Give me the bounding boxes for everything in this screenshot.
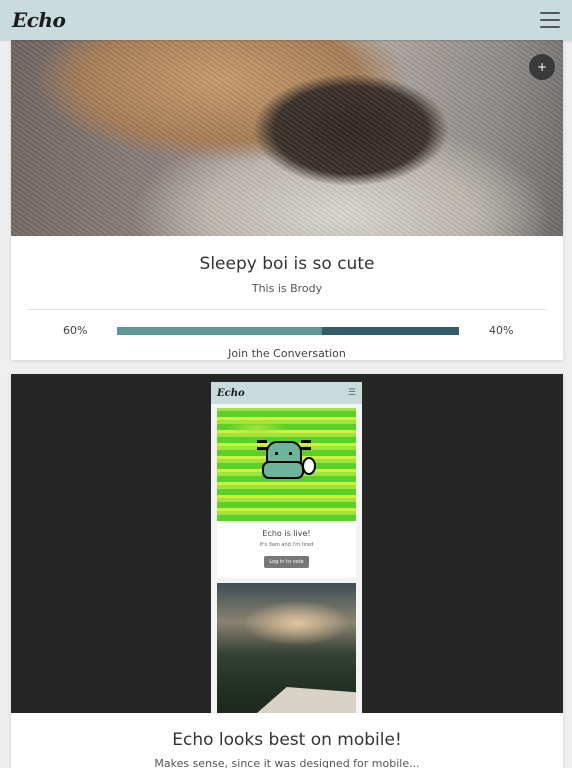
mobile-preview-image[interactable]: Echo ☰ Echo is live! It's 3am and I'm ti… — [11, 374, 563, 713]
vote-bar-left — [117, 326, 323, 335]
brand-logo[interactable]: Echo — [12, 8, 66, 32]
post-card: + Sleepy boi is so cute This is Brody 60… — [11, 40, 563, 360]
hamburger-line — [540, 19, 560, 21]
post-subtitle: This is Brody — [251, 282, 323, 295]
post-title: Echo looks best on mobile! — [172, 730, 402, 750]
add-button[interactable]: + — [529, 54, 555, 80]
pixel-axolotl-image — [217, 408, 356, 521]
join-conversation-link[interactable]: Join the Conversation — [11, 347, 563, 360]
phone-menu-icon: ☰ — [347, 388, 356, 398]
phone-post-card: Echo is live! It's 3am and I'm tired Log… — [217, 521, 356, 578]
hamburger-line — [540, 12, 560, 14]
phone-landscape-photo — [217, 583, 356, 713]
post-card: Echo ☰ Echo is live! It's 3am and I'm ti… — [11, 374, 563, 768]
post-title: Sleepy boi is so cute — [199, 254, 375, 274]
phone-navbar: Echo ☰ — [211, 382, 362, 404]
post-subtitle: Makes sense, since it was designed for m… — [154, 757, 420, 768]
hamburger-icon[interactable] — [540, 12, 560, 28]
phone-login-button: Log in to vote — [264, 556, 309, 568]
top-navbar: Echo — [0, 0, 572, 40]
phone-post-title: Echo is live! — [262, 529, 311, 538]
hamburger-line — [540, 26, 560, 28]
vote-bar[interactable] — [117, 326, 459, 335]
vote-bar-right — [322, 326, 459, 335]
phone-screenshot: Echo ☰ Echo is live! It's 3am and I'm ti… — [211, 382, 362, 713]
vote-left-percent: 60% — [63, 324, 88, 337]
phone-brand: Echo — [217, 387, 245, 399]
divider — [27, 309, 547, 310]
axolotl-icon — [257, 440, 316, 479]
post-photo[interactable]: + — [11, 40, 563, 236]
tent-shape — [257, 687, 356, 713]
phone-post-subtitle: It's 3am and I'm tired — [259, 542, 314, 548]
vote-row: 60% 40% — [11, 324, 563, 337]
vote-right-percent: 40% — [489, 324, 514, 337]
